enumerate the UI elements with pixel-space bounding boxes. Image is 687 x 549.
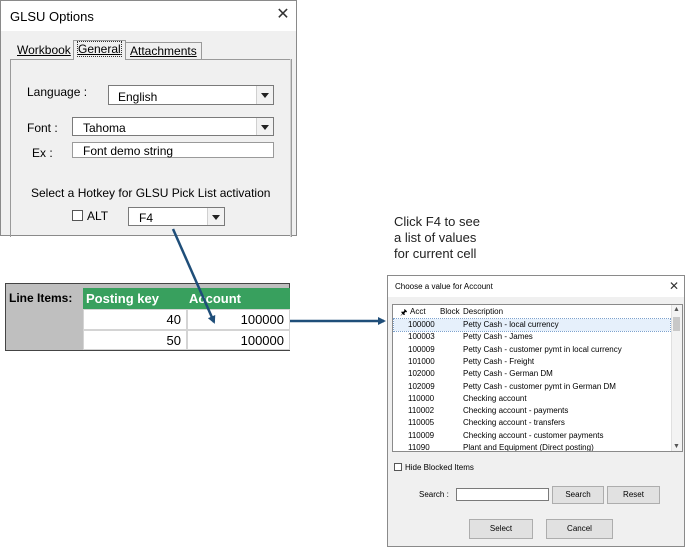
list-item-description: Petty Cash - Freight xyxy=(463,356,535,366)
listbox-scrollbar[interactable]: ▲ ▼ xyxy=(671,305,682,451)
description-column-header[interactable]: Description xyxy=(463,307,503,316)
hide-blocked-label: Hide Blocked Items xyxy=(405,463,474,472)
list-item-acct: 100003 xyxy=(408,332,435,342)
list-item-acct: 110000 xyxy=(408,393,435,403)
list-item-acct: 102009 xyxy=(408,381,435,391)
list-item-description: Checking account - payments xyxy=(463,406,569,416)
select-button[interactable]: Select xyxy=(469,519,533,539)
list-item-description: Petty Cash - customer pymt in German DM xyxy=(463,381,616,391)
scroll-thumb[interactable] xyxy=(673,317,680,331)
list-item-acct: 100000 xyxy=(408,320,435,329)
list-item-description: Petty Cash - German DM xyxy=(463,369,553,379)
list-item[interactable]: 100009 Petty Cash - customer pymt in loca… xyxy=(394,344,670,356)
picklist-dialog: Choose a value for Account ✕ 🖈 Acct Bloc… xyxy=(387,275,685,547)
list-item-description: Checking account - transfers xyxy=(463,418,565,428)
list-item[interactable]: 110009 Checking account - customer paymen… xyxy=(394,430,670,442)
acct-column-header[interactable]: Acct xyxy=(410,307,426,316)
block-column-header[interactable]: Block xyxy=(440,307,460,316)
list-item-acct: 102000 xyxy=(408,369,435,379)
hide-blocked-checkbox[interactable] xyxy=(394,463,402,471)
picklist-title: Choose a value for Account xyxy=(395,282,493,291)
list-item[interactable]: 101000 Petty Cash - Freight xyxy=(394,356,670,368)
note-line: Click F4 to see xyxy=(394,214,480,229)
search-label: Search : xyxy=(419,490,449,499)
list-item-acct: 101000 xyxy=(408,356,435,366)
arrow-icon xyxy=(171,228,216,324)
scroll-down-icon[interactable]: ▼ xyxy=(673,443,680,450)
list-item-description: Petty Cash - local currency xyxy=(463,320,559,329)
list-item-description: Petty Cash - James xyxy=(463,332,533,342)
list-item-description: Plant and Equipment (Direct posting) xyxy=(463,443,594,452)
list-item-acct: 11090 xyxy=(408,443,430,452)
reset-button[interactable]: Reset xyxy=(607,486,660,504)
list-item-description: Petty Cash - customer pymt in local curr… xyxy=(463,344,622,354)
cancel-button[interactable]: Cancel xyxy=(546,519,613,539)
list-item[interactable]: 102009 Petty Cash - customer pymt in Germ… xyxy=(394,381,670,393)
list-item-description: Checking account - customer payments xyxy=(463,430,604,440)
list-item[interactable]: 11090 Plant and Equipment (Direct posting… xyxy=(394,442,670,452)
list-item[interactable]: 110000 Checking account xyxy=(394,393,670,405)
list-item[interactable]: 102000 Petty Cash - German DM xyxy=(394,368,670,380)
tab-general[interactable]: General xyxy=(73,40,126,60)
instruction-note: Click F4 to see a list of values for cur… xyxy=(394,214,480,262)
scroll-up-icon[interactable]: ▲ xyxy=(673,306,680,313)
list-item[interactable]: 110002 Checking account - payments xyxy=(394,405,670,417)
list-item[interactable]: 100000 Petty Cash - local currency xyxy=(393,318,671,332)
list-item-acct: 100009 xyxy=(408,344,435,354)
note-line: a list of values xyxy=(394,230,477,245)
list-item-acct: 110009 xyxy=(408,430,435,440)
list-item-description: Checking account xyxy=(463,393,527,403)
note-line: for current cell xyxy=(394,246,477,261)
search-button[interactable]: Search xyxy=(552,486,604,504)
list-item-acct: 110002 xyxy=(408,406,435,416)
list-item-acct: 110005 xyxy=(408,418,435,428)
list-item[interactable]: 110005 Checking account - transfers xyxy=(394,417,670,429)
search-input[interactable] xyxy=(456,488,549,501)
list-item[interactable]: 100003 Petty Cash - James xyxy=(394,331,670,343)
account-listbox[interactable]: 🖈 Acct Block Description 100000 Petty Cas… xyxy=(392,304,683,452)
close-icon[interactable]: ✕ xyxy=(667,279,681,293)
